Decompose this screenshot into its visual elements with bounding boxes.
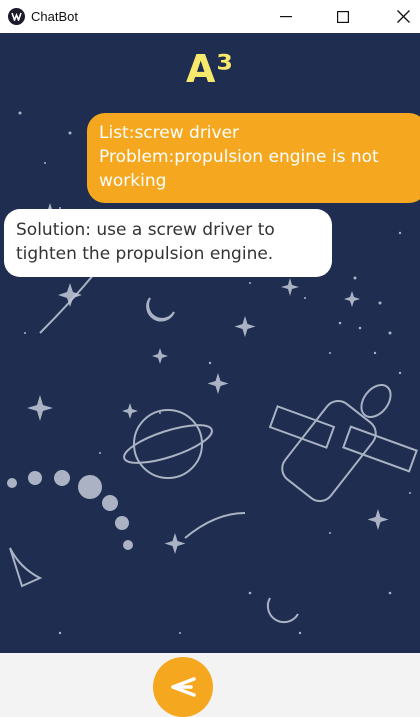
user-message-line: Problem:propulsion engine is not — [99, 147, 379, 167]
close-icon — [396, 10, 410, 23]
maximize-icon — [337, 10, 349, 23]
bot-message-bubble: Solution: use a screw driver to tighten … — [4, 209, 332, 277]
window-titlebar: ChatBot — [0, 0, 420, 33]
user-message-line: working — [99, 171, 167, 191]
maximize-button[interactable] — [320, 0, 366, 33]
window-title: ChatBot — [31, 9, 78, 24]
input-footer — [0, 653, 420, 717]
close-button[interactable] — [380, 0, 420, 33]
send-button[interactable] — [153, 657, 213, 717]
user-message-bubble: List:screw driver Problem:propulsion eng… — [87, 113, 420, 203]
minimize-button[interactable] — [263, 0, 309, 33]
chat-area[interactable]: A³ List:screw driver Problem:propulsion … — [0, 33, 420, 653]
user-message-line: List:screw driver — [99, 123, 240, 143]
send-arrow-icon — [171, 677, 196, 697]
app-header-title: A³ — [185, 47, 235, 91]
chatbot-logo-icon — [8, 8, 25, 25]
minimize-icon — [280, 15, 292, 17]
